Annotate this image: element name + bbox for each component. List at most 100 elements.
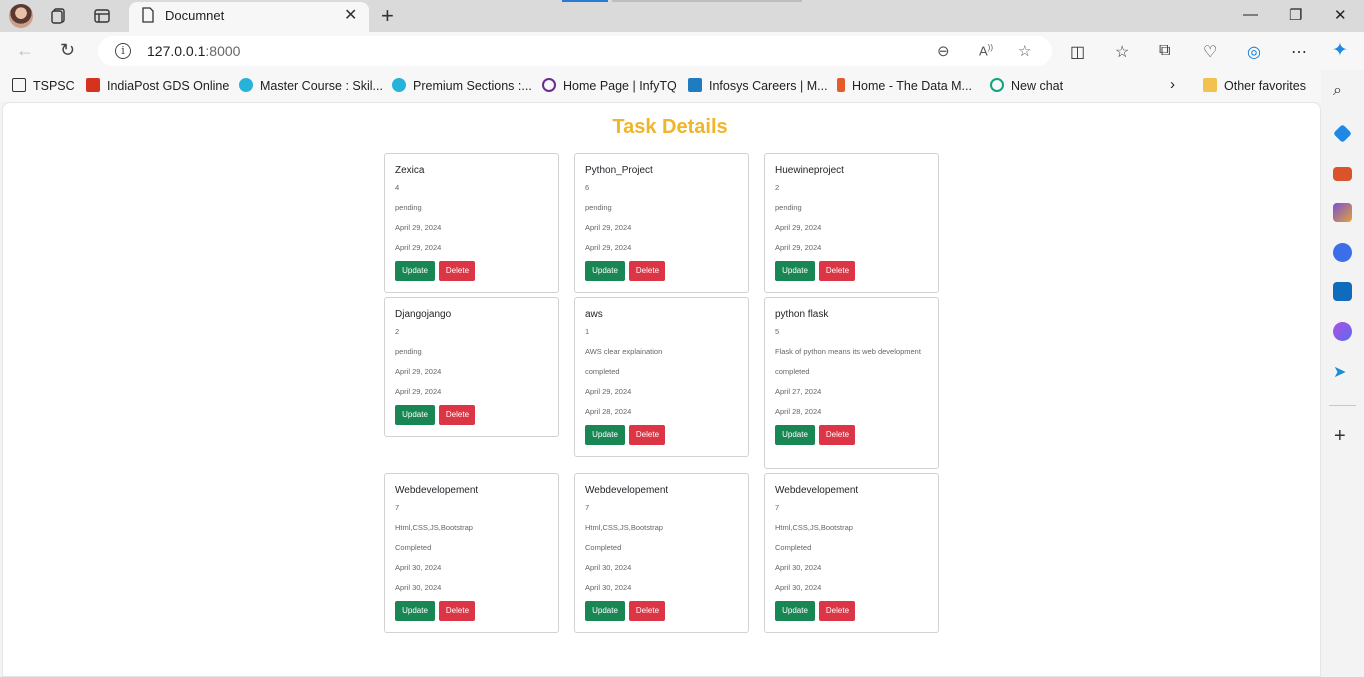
task-priority: 2 xyxy=(775,183,780,192)
profile-avatar[interactable] xyxy=(9,4,33,28)
site-icon xyxy=(392,78,406,92)
new-tab-icon[interactable]: + xyxy=(381,3,394,29)
workspaces-icon[interactable] xyxy=(50,7,68,25)
delete-button[interactable]: Delete xyxy=(439,601,476,621)
task-card: Djangojango 2 pending April 29, 2024 April 2… xyxy=(384,297,559,437)
task-description: Html,CSS,JS,Bootstrap xyxy=(585,523,663,532)
edge-icon[interactable]: ◎ xyxy=(1247,42,1261,62)
page-content: Task Details Zexica 4 pending April 29, 202… xyxy=(2,102,1321,677)
infytq-icon xyxy=(542,78,556,92)
task-actions: Update Delete xyxy=(585,601,738,621)
other-favorites[interactable]: Other favorites xyxy=(1203,78,1306,93)
task-status: Completed xyxy=(395,543,432,552)
more-bookmarks-icon[interactable]: › xyxy=(1170,76,1175,93)
task-actions: Update Delete xyxy=(775,425,928,445)
task-card: Huewineproject 2 pending April 29, 2024 Apri… xyxy=(764,153,939,293)
bookmark-infytq[interactable]: Home Page | InfyTQ xyxy=(542,78,677,93)
task-name: Zexica xyxy=(395,165,425,176)
bookmark-indiapost[interactable]: IndiaPost GDS Online xyxy=(86,78,229,93)
update-button[interactable]: Update xyxy=(395,601,435,621)
address-bar[interactable]: i 127.0.0.1:8000 ⊖ A)) ☆ xyxy=(98,36,1052,66)
tools-icon[interactable] xyxy=(1333,167,1352,181)
task-description: AWS clear explaination xyxy=(585,347,663,356)
task-status: pending xyxy=(395,203,422,212)
zoom-out-icon[interactable]: ⊖ xyxy=(937,42,950,60)
delete-button[interactable]: Delete xyxy=(439,405,476,425)
update-button[interactable]: Update xyxy=(395,405,435,425)
task-start-date: April 30, 2024 xyxy=(775,563,822,572)
designer-icon[interactable] xyxy=(1333,322,1352,341)
tab-drag-area xyxy=(612,0,802,2)
bookmark-infosys-careers[interactable]: Infosys Careers | M... xyxy=(688,78,828,93)
task-name: python flask xyxy=(775,309,829,320)
bookmark-data-m[interactable]: Home - The Data M... xyxy=(837,78,972,93)
task-status: pending xyxy=(775,203,802,212)
delete-button[interactable]: Delete xyxy=(819,425,856,445)
delete-button[interactable]: Delete xyxy=(629,601,666,621)
favorites-icon[interactable]: ☆ xyxy=(1115,42,1129,62)
update-button[interactable]: Update xyxy=(775,425,815,445)
task-status: Completed xyxy=(775,543,812,552)
sidebar-divider xyxy=(1329,405,1356,406)
read-aloud-icon[interactable]: A)) xyxy=(979,43,993,58)
task-end-date: April 29, 2024 xyxy=(395,387,442,396)
task-description: Html,CSS,JS,Bootstrap xyxy=(775,523,853,532)
more-menu-icon[interactable]: ⋯ xyxy=(1291,42,1307,62)
send-icon[interactable]: ➤ xyxy=(1333,362,1352,381)
update-button[interactable]: Update xyxy=(585,601,625,621)
bookmark-new-chat[interactable]: New chat xyxy=(990,78,1063,93)
task-priority: 1 xyxy=(585,327,590,336)
back-icon[interactable]: ← xyxy=(16,40,34,61)
bookmark-master-course[interactable]: Master Course : Skil... xyxy=(239,78,383,93)
task-priority: 4 xyxy=(395,183,400,192)
close-window-icon[interactable]: ✕ xyxy=(1334,6,1347,24)
task-end-date: April 30, 2024 xyxy=(395,583,442,592)
outlook-icon[interactable] xyxy=(1333,282,1352,301)
loading-indicator xyxy=(562,0,608,2)
task-card: Webdevelopement 7 Html,CSS,JS,Bootstrap Com… xyxy=(384,473,559,633)
task-end-date: April 28, 2024 xyxy=(775,407,822,416)
task-end-date: April 30, 2024 xyxy=(585,583,632,592)
page-title: Task Details xyxy=(612,116,728,138)
task-name: Webdevelopement xyxy=(395,485,479,496)
update-button[interactable]: Update xyxy=(585,425,625,445)
delete-button[interactable]: Delete xyxy=(819,261,856,281)
delete-button[interactable]: Delete xyxy=(819,601,856,621)
bookmark-tspsc[interactable]: TSPSC xyxy=(12,78,75,93)
task-name: Webdevelopement xyxy=(585,485,669,496)
task-actions: Update Delete xyxy=(775,261,928,281)
update-button[interactable]: Update xyxy=(585,261,625,281)
minimize-icon[interactable]: — xyxy=(1243,6,1258,23)
refresh-icon[interactable]: ↻ xyxy=(60,40,75,61)
collections-icon[interactable]: ⧉ xyxy=(1159,42,1170,60)
task-actions: Update Delete xyxy=(585,425,738,445)
browser-essentials-icon[interactable]: ♡ xyxy=(1203,42,1217,62)
add-icon[interactable]: + xyxy=(1334,425,1353,447)
page-icon xyxy=(12,78,26,92)
task-start-date: April 30, 2024 xyxy=(395,563,442,572)
url-text[interactable]: 127.0.0.1:8000 xyxy=(147,43,240,59)
restore-icon[interactable]: ❐ xyxy=(1289,6,1302,24)
site-info-icon[interactable]: i xyxy=(115,43,131,59)
close-tab-icon[interactable]: ✕ xyxy=(344,5,357,25)
task-priority: 7 xyxy=(395,503,400,512)
delete-button[interactable]: Delete xyxy=(629,261,666,281)
task-start-date: April 29, 2024 xyxy=(585,223,632,232)
update-button[interactable]: Update xyxy=(775,261,815,281)
favorite-star-icon[interactable]: ☆ xyxy=(1018,42,1031,60)
copilot-icon[interactable]: ✦ xyxy=(1332,39,1348,62)
update-button[interactable]: Update xyxy=(775,601,815,621)
split-screen-icon[interactable]: ◫ xyxy=(1070,42,1085,62)
bookmark-premium-sections[interactable]: Premium Sections :... xyxy=(392,78,532,93)
delete-button[interactable]: Delete xyxy=(629,425,666,445)
search-icon[interactable]: ⌕ xyxy=(1333,82,1352,101)
microsoft-365-icon[interactable] xyxy=(1333,243,1352,262)
task-start-date: April 29, 2024 xyxy=(395,367,442,376)
delete-button[interactable]: Delete xyxy=(439,261,476,281)
task-end-date: April 28, 2024 xyxy=(585,407,632,416)
update-button[interactable]: Update xyxy=(395,261,435,281)
tab-actions-icon[interactable] xyxy=(93,7,111,25)
task-end-date: April 29, 2024 xyxy=(395,243,442,252)
task-status: completed xyxy=(775,367,810,376)
games-icon[interactable] xyxy=(1333,203,1352,222)
